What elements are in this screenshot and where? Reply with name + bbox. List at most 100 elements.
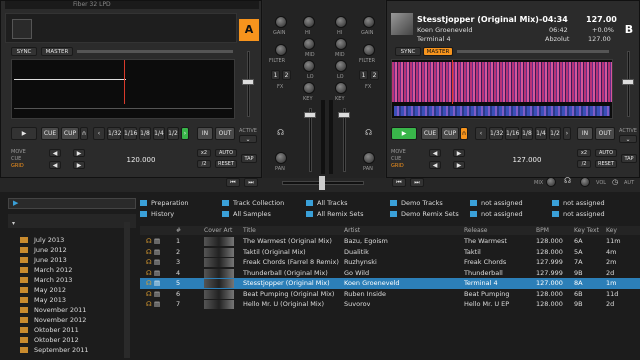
deck-a-in-button[interactable]: IN bbox=[197, 127, 213, 140]
tree-item[interactable]: November 2012 bbox=[20, 315, 86, 325]
mixer-b-volume-cap[interactable] bbox=[338, 112, 350, 118]
tree-item[interactable]: Oktober 2012 bbox=[20, 335, 79, 345]
headphone-icon[interactable]: ☊ bbox=[146, 278, 152, 289]
deck-a-cup-button[interactable]: CUP bbox=[61, 127, 79, 140]
deck-b-sync-button[interactable]: SYNC bbox=[395, 47, 421, 56]
deck-b-grid-right-icon[interactable]: ▶ bbox=[453, 161, 465, 169]
headphone-icon[interactable]: ☊ bbox=[146, 268, 152, 279]
deck-load-icon[interactable]: ▤ bbox=[154, 247, 160, 258]
master-headphone-icon[interactable]: ☊ bbox=[564, 176, 571, 185]
deck-b-loop-1-2[interactable]: 1/2 bbox=[549, 127, 561, 140]
mixer-a-lo-knob[interactable] bbox=[303, 60, 315, 72]
deck-load-icon[interactable]: ▤ bbox=[154, 257, 160, 268]
tree-item[interactable]: March 2012 bbox=[20, 265, 72, 275]
deck-b-auto-button[interactable]: AUTO bbox=[595, 149, 617, 157]
deck-a-move-left-icon[interactable]: ◀ bbox=[49, 149, 61, 157]
mixer-b-pan-knob[interactable] bbox=[363, 152, 375, 164]
deck-b-active-toggle[interactable]: ⌄ bbox=[619, 135, 637, 143]
headphone-icon[interactable]: ☊ bbox=[146, 247, 152, 258]
deck-a-letter[interactable]: A bbox=[239, 19, 259, 41]
master-vol-knob[interactable] bbox=[580, 177, 590, 187]
deck-a-move-right-icon[interactable]: ▶ bbox=[73, 149, 85, 157]
tree-item[interactable]: May 2012 bbox=[20, 285, 66, 295]
col-cover[interactable]: Cover Art bbox=[204, 227, 232, 234]
deck-b-master-button[interactable]: MASTER bbox=[423, 47, 453, 56]
fav-not-assigned-2[interactable]: not assigned bbox=[552, 198, 605, 208]
mixer-a-fx1-button[interactable]: 1 bbox=[271, 70, 280, 80]
deck-a-active-toggle[interactable]: ⌄ bbox=[239, 135, 257, 143]
deck-a-loop-1-4[interactable]: 1/4 bbox=[153, 127, 165, 140]
col-release[interactable]: Release bbox=[464, 227, 487, 234]
tree-scrollbar[interactable] bbox=[124, 222, 130, 358]
deck-b-play-button[interactable]: ▶ bbox=[391, 127, 417, 140]
tree-item[interactable]: Oktober 2011 bbox=[20, 325, 79, 335]
tree-item[interactable]: November 2011 bbox=[20, 305, 86, 315]
deck-b-move-right-icon[interactable]: ▶ bbox=[453, 149, 465, 157]
fav-all-remix-sets[interactable]: All Remix Sets bbox=[306, 209, 363, 219]
deck-a-stripe[interactable] bbox=[14, 108, 232, 116]
headphone-icon[interactable]: ☊ bbox=[146, 257, 152, 268]
deck-b-half-button[interactable]: /2 bbox=[577, 160, 591, 168]
fav-demo-remix-sets[interactable]: Demo Remix Sets bbox=[390, 209, 459, 219]
deck-b-cup-button[interactable]: CUP bbox=[441, 127, 459, 140]
fav-preparation[interactable]: Preparation bbox=[140, 198, 189, 208]
deck-a-tap-button[interactable]: TAP bbox=[241, 154, 257, 163]
tree-item[interactable]: June 2012 bbox=[20, 245, 67, 255]
headphone-icon[interactable]: ☊ bbox=[146, 289, 152, 300]
deck-b-loop-left-icon[interactable]: ‹ bbox=[475, 127, 487, 140]
deck-b-loop-1-4[interactable]: 1/4 bbox=[535, 127, 547, 140]
col-artist[interactable]: Artist bbox=[344, 227, 360, 234]
deck-b-out-button[interactable]: OUT bbox=[595, 127, 615, 140]
deck-a-tempo-fader-cap[interactable] bbox=[242, 79, 254, 85]
mixer-a-volume-cap[interactable] bbox=[304, 112, 316, 118]
deck-a-loop-1-8[interactable]: 1/8 bbox=[139, 127, 151, 140]
deck-b-letter[interactable]: B bbox=[621, 19, 637, 41]
mixer-a-filter-knob[interactable] bbox=[275, 44, 287, 56]
deck-a-play-button[interactable]: ▶ bbox=[11, 127, 37, 140]
deck-a-loop-1-2[interactable]: 1/2 bbox=[167, 127, 179, 140]
tree-item[interactable]: July 2013 bbox=[20, 235, 64, 245]
deck-b-reset-button[interactable]: RESET bbox=[595, 160, 617, 168]
deck-a-sync-button[interactable]: SYNC bbox=[11, 47, 37, 56]
fav-all-tracks[interactable]: All Tracks bbox=[306, 198, 348, 208]
deck-load-icon[interactable]: ▤ bbox=[154, 278, 160, 289]
deck-a-auto-button[interactable]: AUTO bbox=[215, 149, 237, 157]
deck-a-half-button[interactable]: /2 bbox=[197, 160, 211, 168]
deck-a-out-button[interactable]: OUT bbox=[215, 127, 235, 140]
deck-b-stripe[interactable] bbox=[394, 106, 610, 116]
table-row[interactable]: ☊ ▤ 7 Hello Mr. U (Original Mix) Suvorov Hell… bbox=[140, 299, 640, 310]
deck-b-loop-1-32[interactable]: 1/32 bbox=[489, 127, 503, 140]
deck-a-skip-back-icon[interactable]: ⏮ bbox=[226, 178, 240, 187]
deck-a-reset-button[interactable]: RESET bbox=[215, 160, 237, 168]
deck-b-loop-icon[interactable]: ∩ bbox=[460, 127, 468, 140]
fav-not-assigned-1[interactable]: not assigned bbox=[470, 198, 523, 208]
table-row[interactable]: ☊ ▤ 6 Beat Pumping (Original Mix) Ruben Insi… bbox=[140, 289, 640, 300]
master-auto-icon[interactable]: ◷ bbox=[612, 178, 618, 186]
deck-a-loop-left-icon[interactable]: ‹ bbox=[93, 127, 105, 140]
deck-b-cue-button[interactable]: CUE bbox=[421, 127, 439, 140]
deck-b-loop-1-8[interactable]: 1/8 bbox=[521, 127, 533, 140]
col-num[interactable]: # bbox=[176, 227, 181, 234]
mixer-b-fx1-button[interactable]: 1 bbox=[359, 70, 368, 80]
mixer-a-pan-knob[interactable] bbox=[275, 152, 287, 164]
headphone-icon[interactable]: ☊ bbox=[146, 236, 152, 247]
browser-play-icon[interactable]: ▶ bbox=[13, 199, 18, 207]
tree-item[interactable]: May 2013 bbox=[20, 295, 66, 305]
master-mix-knob[interactable] bbox=[546, 177, 556, 187]
deck-a-master-button[interactable]: MASTER bbox=[41, 47, 73, 56]
tree-collapse-icon[interactable]: ▾ bbox=[12, 220, 15, 227]
col-title[interactable]: Title bbox=[243, 227, 256, 234]
deck-load-icon[interactable]: ▤ bbox=[154, 289, 160, 300]
mixer-a-fx2-button[interactable]: 2 bbox=[282, 70, 291, 80]
deck-a-cue-button[interactable]: CUE bbox=[41, 127, 59, 140]
mixer-a-gain-knob[interactable] bbox=[275, 16, 287, 28]
mixer-b-gain-knob[interactable] bbox=[363, 16, 375, 28]
table-row[interactable]: ☊ ▤ 2 Taktil (Original Mix) Dualitik Taktil 12… bbox=[140, 247, 640, 258]
table-row[interactable]: ☊ ▤ 4 Thunderball (Original Mix) Go Wild Thun… bbox=[140, 268, 640, 279]
table-row[interactable]: ☊ ▤ 1 The Warmest (Original Mix) Bazu, Egois… bbox=[140, 236, 640, 247]
fav-history[interactable]: History bbox=[140, 209, 174, 219]
tree-item[interactable]: September 2011 bbox=[20, 345, 89, 355]
fav-not-assigned-4[interactable]: not assigned bbox=[552, 209, 605, 219]
table-row[interactable]: ☊ ▤ 5 Stesstjopper (Original Mix) Koen Groen… bbox=[140, 278, 640, 289]
deck-load-icon[interactable]: ▤ bbox=[154, 268, 160, 279]
